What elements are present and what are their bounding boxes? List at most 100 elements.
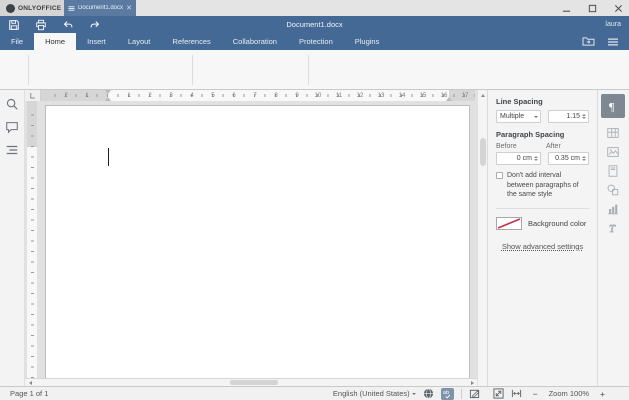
before-label: Before [496, 143, 517, 150]
text-cursor [108, 148, 110, 166]
document-tab[interactable]: Document1.docx* ✕ [64, 0, 136, 16]
paragraph-settings-icon[interactable]: ¶ [601, 94, 625, 118]
left-indent-marker[interactable] [105, 94, 111, 101]
main-area: 1 2 1 2 3 4 5 6 7 8 9 10 11 12 13 14 15 16 17 [0, 90, 629, 386]
ruler-number: 6 [232, 92, 236, 99]
menu-tab-insert[interactable]: Insert [76, 33, 117, 50]
undo-button[interactable] [61, 18, 75, 31]
svg-text:T: T [609, 224, 616, 235]
comments-icon[interactable] [5, 120, 19, 134]
menu-tab-protection[interactable]: Protection [288, 33, 344, 50]
vertical-ruler[interactable] [27, 101, 37, 378]
chart-settings-icon[interactable] [605, 203, 621, 215]
tab-stop-selector[interactable] [25, 90, 41, 101]
ruler-number: 12 [356, 92, 364, 99]
scroll-up-arrow[interactable] [479, 91, 487, 98]
set-language-globe-icon[interactable] [423, 388, 434, 399]
background-color-swatch[interactable] [496, 216, 522, 230]
right-indent-marker[interactable] [446, 94, 452, 101]
home-toolbar: Arial 11 A A B I U S A A A [0, 50, 629, 134]
window-titlebar: ONLYOFFICE Document1.docx* ✕ [0, 0, 629, 16]
ruler-number: 7 [253, 92, 257, 99]
interval-checkbox[interactable] [496, 172, 503, 179]
menu-bar: File Home Insert Layout References Collaborat… [0, 33, 629, 50]
horizontal-ruler-row: 1 2 1 2 3 4 5 6 7 8 9 10 11 12 13 14 15 16 17 [25, 90, 477, 101]
image-settings-icon[interactable] [605, 146, 621, 158]
ruler-number: 9 [295, 92, 299, 99]
zoom-in-button[interactable]: + [600, 389, 605, 399]
after-label: After [546, 143, 561, 150]
ruler-number: 15 [419, 92, 427, 99]
open-file-location-button[interactable] [582, 36, 595, 47]
spell-check-button[interactable]: ab [440, 387, 454, 400]
show-advanced-settings-link[interactable]: Show advanced settings [496, 242, 589, 251]
scroll-left-arrow[interactable] [25, 379, 33, 386]
user-name[interactable]: laura [605, 21, 629, 28]
menu-tab-references[interactable]: References [161, 33, 221, 50]
fit-to-page-button[interactable] [493, 388, 504, 399]
chevron-down-icon [533, 115, 538, 120]
ruler-number: 17 [461, 92, 469, 99]
spinner-arrows-icon[interactable] [533, 154, 538, 164]
zoom-out-button[interactable]: − [533, 389, 538, 399]
left-sidebar [0, 90, 25, 386]
search-icon[interactable] [5, 97, 19, 111]
hamburger-menu-icon[interactable] [607, 37, 619, 47]
language-selector[interactable]: English (United States) [333, 389, 416, 398]
ruler-number: 5 [211, 92, 215, 99]
background-color-control[interactable]: Background color [496, 216, 589, 230]
textart-settings-icon[interactable]: T [605, 222, 621, 235]
line-spacing-value-spinner[interactable]: 1.15 [547, 110, 589, 123]
ruler-number: 3 [169, 92, 173, 99]
menu-tab-home[interactable]: Home [34, 33, 77, 50]
svg-text:¶: ¶ [609, 100, 615, 114]
status-right-cluster: English (United States) ab − Zoom 100% + [333, 387, 629, 400]
track-changes-button[interactable] [469, 388, 480, 399]
document-page[interactable] [45, 105, 470, 378]
scroll-right-arrow[interactable] [469, 379, 477, 386]
spacing-before-spinner[interactable]: 0 cm [496, 152, 541, 165]
separator [460, 388, 462, 399]
headerfooter-settings-icon[interactable] [605, 165, 621, 177]
menu-tabs: File Home Insert Layout References Collaborat… [0, 33, 390, 50]
navigation-icon[interactable] [5, 143, 19, 157]
page-indicator[interactable]: Page 1 of 1 [0, 389, 48, 398]
app-brand: ONLYOFFICE [0, 0, 64, 16]
menu-tab-file[interactable]: File [0, 33, 34, 50]
fit-to-width-button[interactable] [511, 388, 522, 399]
spinner-arrows-icon[interactable] [582, 112, 586, 122]
menu-tab-layout[interactable]: Layout [117, 33, 162, 50]
right-icon-bar: ¶ T [597, 90, 628, 386]
print-button[interactable] [34, 18, 48, 31]
minimize-button[interactable] [561, 3, 571, 13]
ruler-number: 11 [335, 92, 343, 99]
brand-name: ONLYOFFICE [18, 4, 62, 12]
ruler-number: 1 [85, 92, 89, 99]
line-spacing-mode-combobox[interactable]: Multiple [496, 110, 541, 123]
tab-close-icon[interactable]: ✕ [126, 4, 132, 12]
close-button[interactable] [613, 3, 623, 13]
ruler-number: 10 [314, 92, 322, 99]
horizontal-scroll-thumb[interactable] [230, 380, 278, 385]
save-button[interactable] [7, 18, 21, 31]
horizontal-ruler[interactable]: 1 2 1 2 3 4 5 6 7 8 9 10 11 12 13 14 15 16 17 [41, 90, 475, 101]
menu-tab-collaboration[interactable]: Collaboration [222, 33, 288, 50]
interval-checkbox-label: Don't add interval between paragraphs of… [507, 172, 579, 198]
table-settings-icon[interactable] [605, 127, 621, 139]
spinner-arrows-icon[interactable] [582, 154, 586, 164]
ruler-number: 13 [377, 92, 385, 99]
maximize-button[interactable] [587, 3, 597, 13]
menu-tab-plugins[interactable]: Plugins [344, 33, 391, 50]
status-bar: Page 1 of 1 English (United States) ab −… [0, 386, 629, 400]
line-spacing-label: Line Spacing [496, 97, 543, 106]
window-controls [561, 0, 629, 16]
vertical-scroll-thumb[interactable] [479, 138, 486, 166]
spacing-after-spinner[interactable]: 0.35 cm [547, 152, 589, 165]
shape-settings-icon[interactable] [605, 184, 621, 196]
ruler-number: 14 [398, 92, 406, 99]
horizontal-scrollbar[interactable] [25, 378, 477, 386]
editor-area: 1 2 1 2 3 4 5 6 7 8 9 10 11 12 13 14 15 16 17 [25, 90, 477, 386]
redo-button[interactable] [88, 18, 102, 31]
vertical-scrollbar[interactable] [477, 90, 487, 386]
zoom-level-label: Zoom 100% [548, 389, 590, 398]
